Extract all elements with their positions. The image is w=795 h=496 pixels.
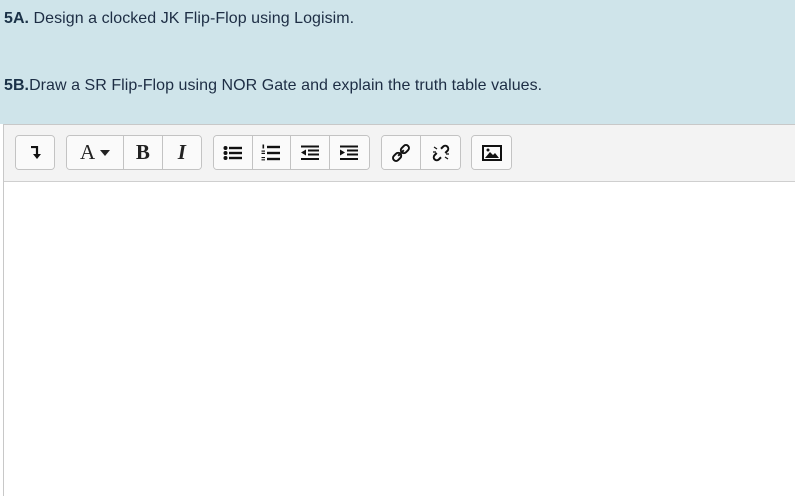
- bold-button[interactable]: B: [124, 136, 163, 169]
- link-icon: [392, 143, 410, 162]
- toolbar-toggle-icon: [29, 145, 41, 160]
- ordered-list-button[interactable]: [252, 136, 291, 169]
- unlink-icon: [431, 144, 451, 162]
- link-button[interactable]: [382, 136, 422, 169]
- rich-text-editor: A B I: [3, 124, 795, 496]
- chevron-down-icon: [100, 149, 111, 156]
- bold-icon: B: [135, 140, 150, 164]
- font-color-icon: A: [79, 140, 96, 164]
- italic-icon: I: [177, 140, 186, 164]
- indent-icon: [339, 145, 359, 161]
- toolbar-toggle-button[interactable]: [16, 136, 54, 169]
- indent-button[interactable]: [329, 136, 369, 169]
- font-color-button[interactable]: A: [67, 136, 125, 169]
- insert-image-button[interactable]: [472, 136, 511, 169]
- image-group: [471, 135, 512, 170]
- question-number: 5B.: [4, 77, 30, 94]
- outdent-button[interactable]: [291, 136, 330, 169]
- unlink-button[interactable]: [421, 136, 460, 169]
- link-group: [381, 135, 461, 170]
- image-icon: [481, 144, 502, 161]
- question-number: 5A.: [4, 10, 30, 27]
- toolbar-toggle-group: [15, 135, 55, 170]
- question-5b: 5B.Draw a SR Flip-Flop using NOR Gate an…: [4, 77, 542, 95]
- italic-button[interactable]: I: [162, 136, 201, 169]
- ordered-list-icon: [261, 144, 281, 162]
- question-text: Draw a SR Flip-Flop using NOR Gate and e…: [29, 77, 543, 94]
- editor-toolbar: A B I: [4, 125, 795, 182]
- outdent-icon: [300, 145, 320, 161]
- question-5a: 5A. Design a clocked JK Flip-Flop using …: [4, 10, 354, 28]
- question-text: Design a clocked JK Flip-Flop using Logi…: [29, 10, 355, 27]
- text-style-group: A B I: [66, 135, 202, 170]
- list-indent-group: [213, 135, 370, 170]
- unordered-list-icon: [223, 145, 243, 161]
- unordered-list-button[interactable]: [214, 136, 253, 169]
- question-panel: 5A. Design a clocked JK Flip-Flop using …: [0, 0, 795, 124]
- editor-content-area[interactable]: [4, 182, 795, 496]
